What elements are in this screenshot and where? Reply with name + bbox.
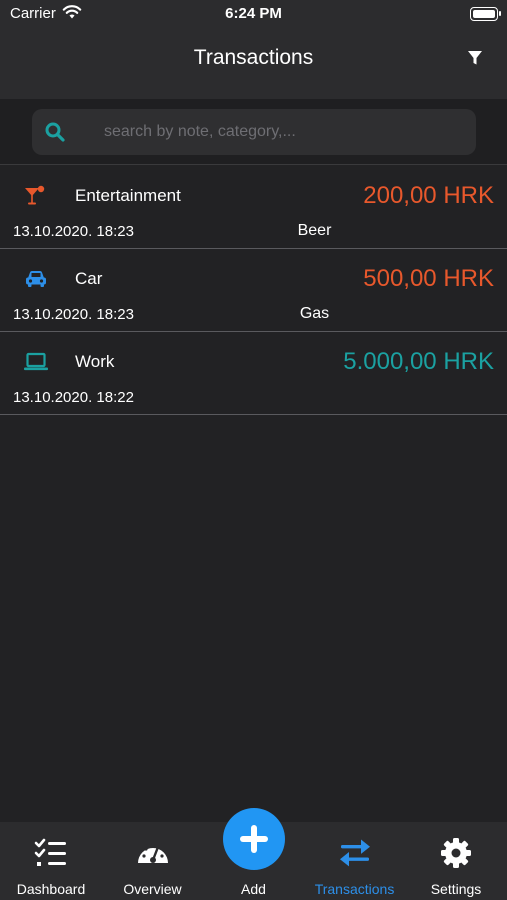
transaction-row[interactable]: Car 500,00 HRK 13.10.2020. 18:23 Gas	[0, 249, 507, 332]
status-bar: Carrier 6:24 PM	[0, 0, 507, 30]
speedometer-icon	[137, 843, 168, 863]
transaction-date: 13.10.2020. 18:22	[13, 389, 134, 406]
search-box[interactable]	[32, 109, 476, 155]
transaction-list: Entertainment 200,00 HRK 13.10.2020. 18:…	[0, 166, 507, 415]
transaction-category: Work	[75, 352, 115, 371]
gear-icon	[441, 838, 471, 868]
tab-add[interactable]: Add	[203, 808, 304, 900]
search-input[interactable]	[104, 109, 464, 155]
transaction-amount: 5.000,00 HRK	[343, 348, 494, 375]
page-title: Transactions	[193, 46, 314, 69]
filter-icon[interactable]	[465, 48, 485, 68]
tab-label: Dashboard	[16, 881, 86, 897]
tab-transactions[interactable]: Transactions	[304, 822, 405, 900]
swap-arrows-icon	[339, 839, 370, 867]
tab-label: Overview	[123, 881, 182, 897]
navigation-bar: Transactions	[0, 30, 507, 99]
tab-label: Transactions	[314, 881, 395, 897]
transaction-row[interactable]: Entertainment 200,00 HRK 13.10.2020. 18:…	[0, 166, 507, 249]
tab-settings[interactable]: Settings	[405, 822, 507, 900]
transaction-note: Beer	[297, 222, 332, 239]
tab-label: Add	[241, 881, 266, 897]
search-area	[0, 99, 507, 165]
tab-dashboard[interactable]: Dashboard	[0, 822, 102, 900]
search-icon	[45, 122, 65, 142]
transaction-note: Gas	[299, 305, 330, 322]
transaction-category: Car	[75, 269, 103, 288]
transaction-category: Entertainment	[75, 186, 181, 205]
add-button[interactable]	[222, 808, 285, 870]
transaction-row[interactable]: Work 5.000,00 HRK 13.10.2020. 18:22	[0, 332, 507, 415]
battery-icon	[470, 7, 501, 21]
transaction-amount: 200,00 HRK	[363, 182, 494, 209]
tab-overview[interactable]: Overview	[102, 822, 203, 900]
status-time: 6:24 PM	[225, 5, 282, 22]
transaction-amount: 500,00 HRK	[363, 265, 494, 292]
tab-bar: Dashboard Overview Add Transactions Sett…	[0, 808, 507, 900]
plus-icon	[239, 825, 268, 853]
tab-label: Settings	[430, 881, 482, 897]
cocktail-icon	[25, 185, 45, 205]
car-icon	[26, 271, 46, 287]
checklist-icon	[34, 838, 66, 866]
laptop-icon	[24, 352, 48, 371]
